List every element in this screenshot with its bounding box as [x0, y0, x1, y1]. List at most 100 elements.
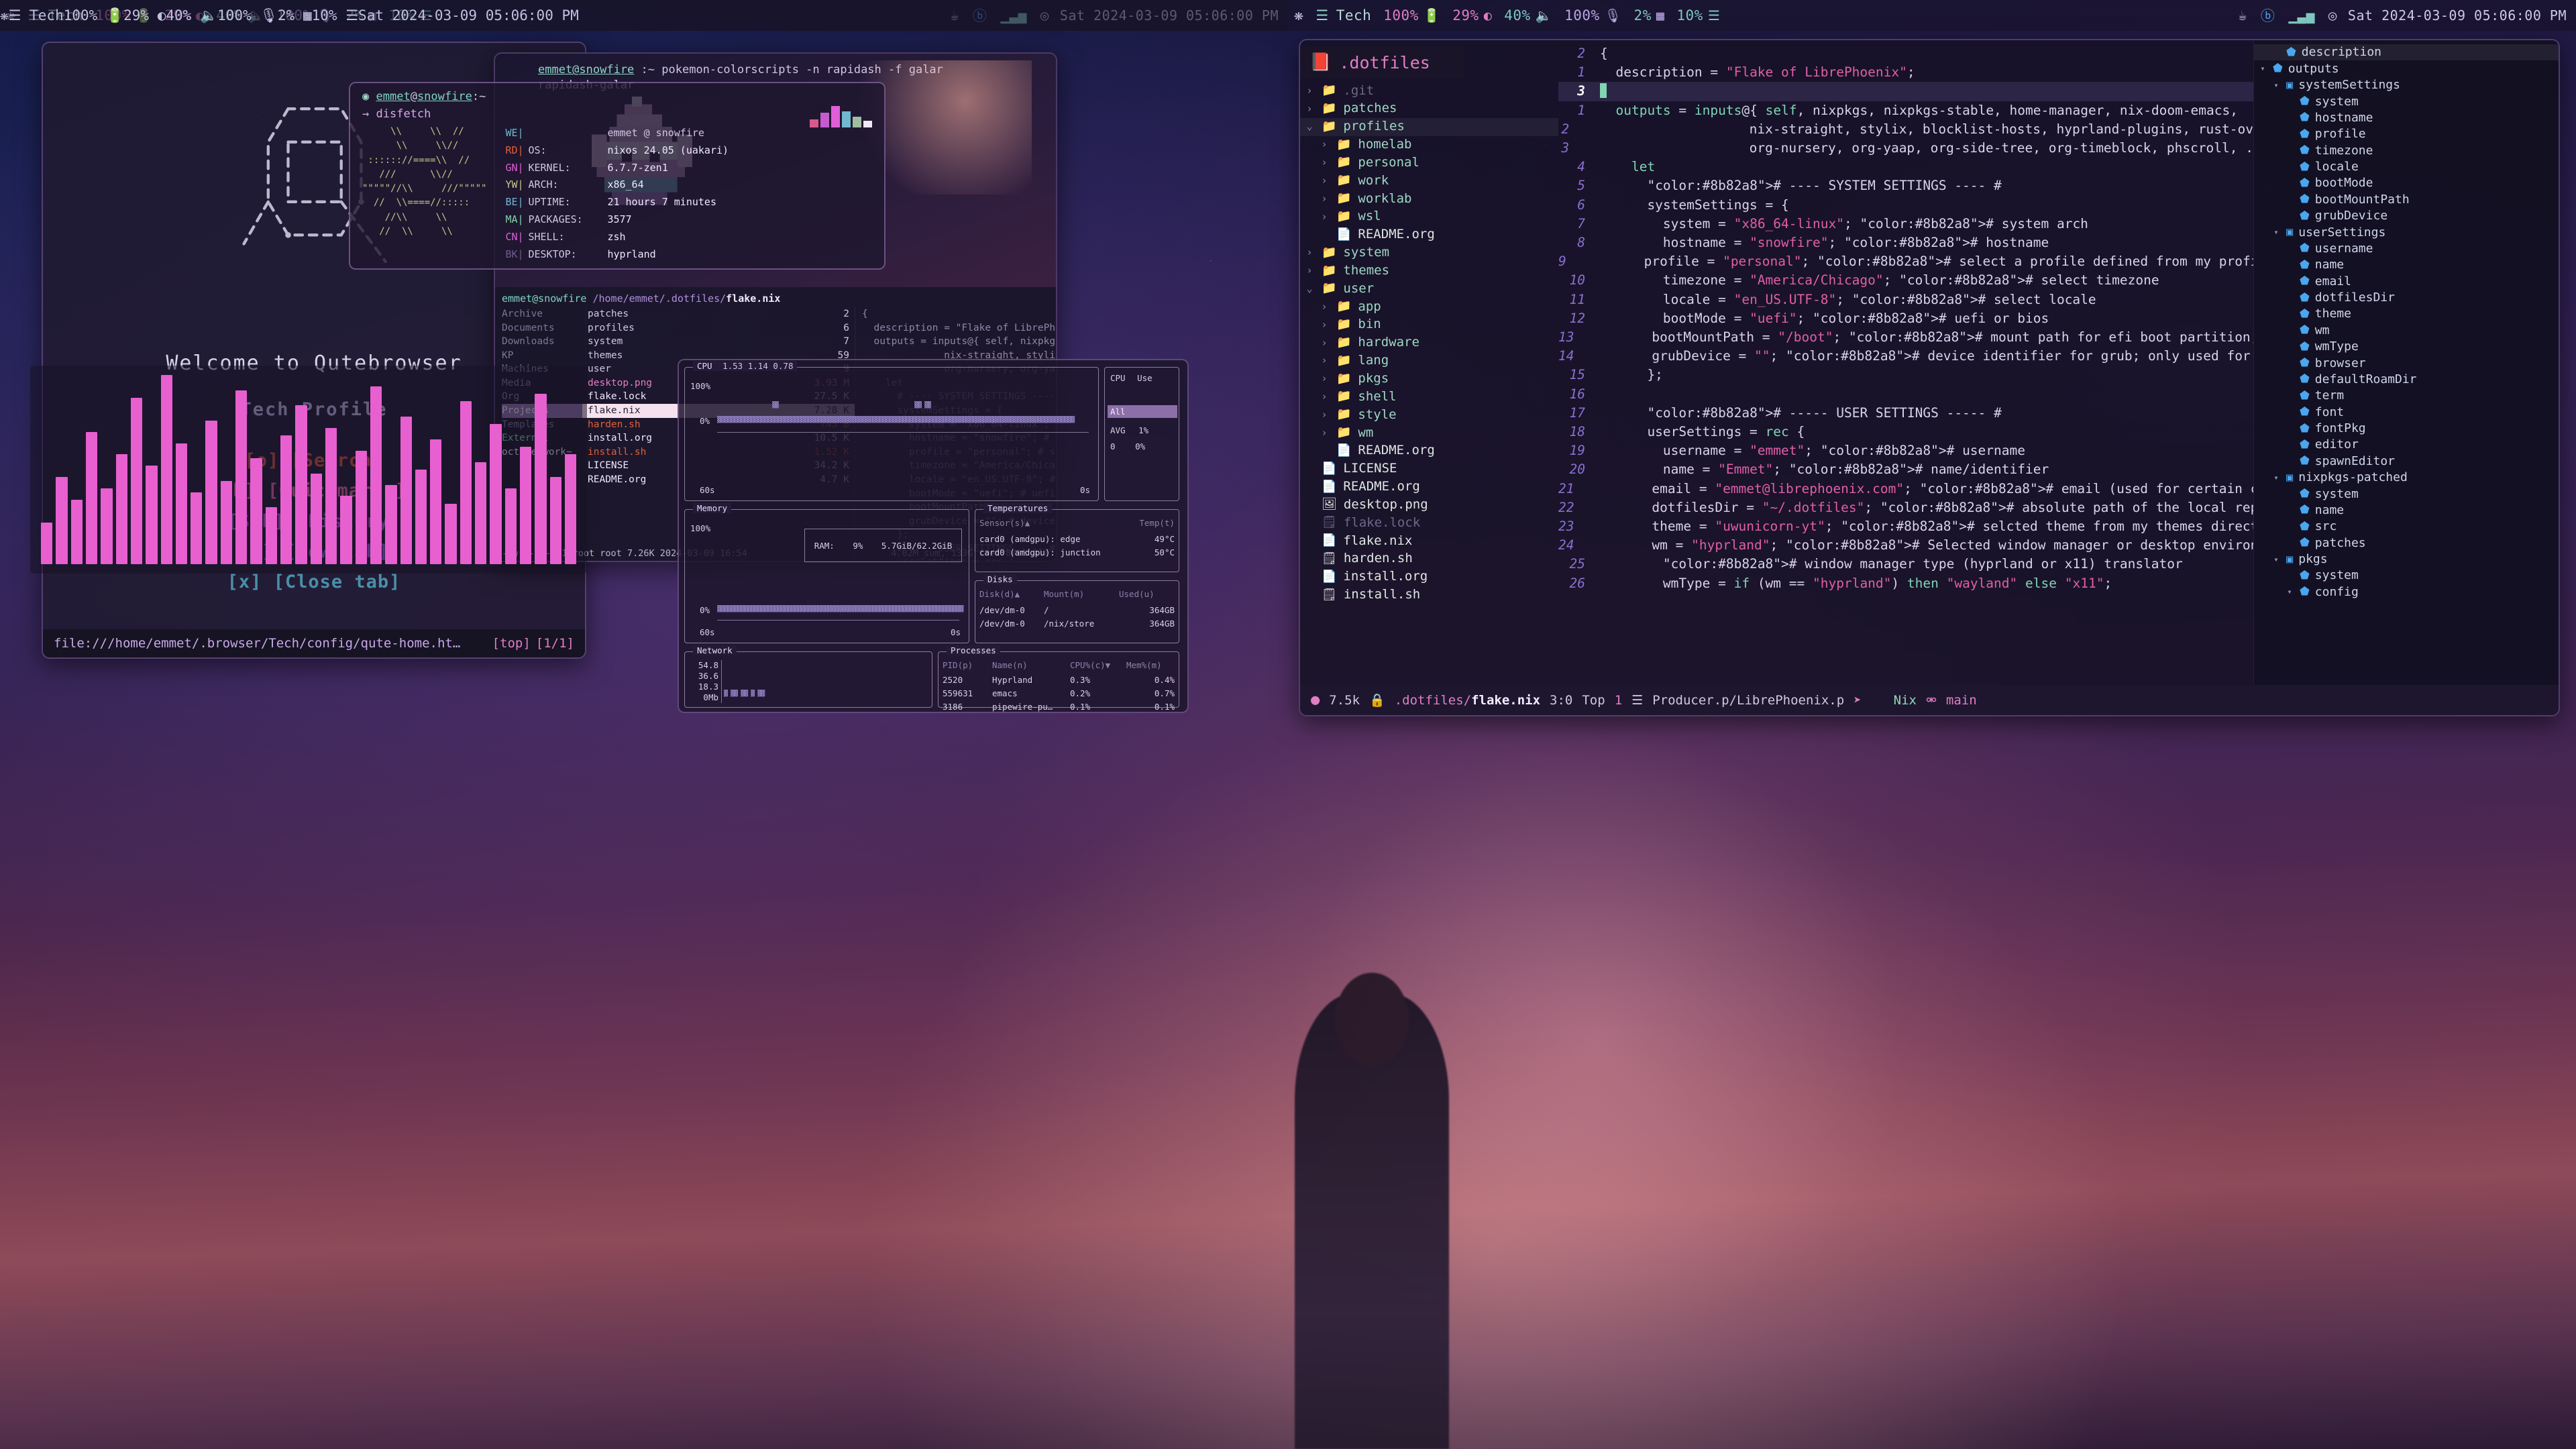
tree-item-hardware[interactable]: › 📁 hardware	[1300, 334, 1558, 352]
system-tray-right[interactable]: ☕ ⓑ ▁▃▅ ◎	[2239, 5, 2348, 25]
tree-item-user[interactable]: ⌄ 📁 user	[1300, 280, 1558, 298]
tree-item-flake-nix[interactable]: 📄 flake.nix	[1300, 532, 1558, 550]
code-line[interactable]: 13 bootMountPath = "/boot"; "color:#8b82…	[1558, 328, 2253, 347]
chevron-right-icon[interactable]: ›	[1304, 247, 1315, 259]
cpu-core-all[interactable]: All	[1108, 405, 1177, 418]
tree-item-readme-org[interactable]: 📄 README.org	[1300, 442, 1558, 460]
no-coffee-icon[interactable]: ☕	[2239, 7, 2247, 23]
tree-item-app[interactable]: › 📁 app	[1300, 298, 1558, 316]
bluetooth-icon[interactable]: ⓑ	[2261, 5, 2275, 25]
tree-item-system[interactable]: › 📁 system	[1300, 244, 1558, 262]
code-line[interactable]: 7 system = "x86_64-linux"; "color:#8b82a…	[1558, 215, 2253, 233]
cpu-indicator[interactable]: 2% ▦	[278, 7, 312, 23]
chevron-right-icon[interactable]: ›	[1319, 337, 1330, 349]
outline-item-bootmountpath[interactable]: ⬟ bootMountPath	[2254, 191, 2559, 207]
chevron-right-icon[interactable]: ›	[1319, 139, 1330, 151]
chevron-right-icon[interactable]: ›	[1319, 373, 1330, 385]
outline-item-nixpkgs-patched[interactable]: ▾ ▣ nixpkgs-patched	[2254, 470, 2559, 486]
code-line[interactable]: 4 let	[1558, 158, 2253, 176]
chevron-right-icon[interactable]: ›	[1319, 156, 1330, 168]
outline-item-font[interactable]: ⬟ font	[2254, 404, 2559, 420]
code-line[interactable]: 10 timezone = "America/Chicago"; "color:…	[1558, 271, 2253, 290]
status-bar-bottom[interactable]: ❋ ☰ Tech 100% 🔋 29% ◐ 40% 🔈 100% 🎙 2% ▦ …	[0, 0, 1288, 31]
outline-item-system[interactable]: ⬟ system	[2254, 486, 2559, 502]
chevron-right-icon[interactable]: ›	[1304, 264, 1315, 276]
tree-item-profiles[interactable]: ⌄ 📁 profiles	[1300, 117, 1558, 136]
brightness-indicator[interactable]: 29% ◐	[1446, 7, 1498, 23]
outline-item-system[interactable]: ⬟ system	[2254, 568, 2559, 584]
tree-item-license[interactable]: 📄 LICENSE	[1300, 460, 1558, 478]
code-line[interactable]: 19 username = "emmet"; "color:#8b82a8">#…	[1558, 441, 2253, 460]
tree-item-shell[interactable]: › 📁 shell	[1300, 388, 1558, 406]
chevron-right-icon[interactable]: ›	[1304, 85, 1315, 97]
code-line[interactable]: 16	[1558, 385, 2253, 404]
project-tree-list[interactable]: › 📁 .git › 📁 patches ⌄ 📁 profiles › 📁 homelab › 📁 pers…	[1300, 78, 1558, 604]
code-line[interactable]: 9 profile = "personal"; "color:#8b82a8">…	[1558, 252, 2253, 271]
ram-indicator[interactable]: 10% ☰	[312, 7, 358, 23]
tree-item-install-sh[interactable]: 🗒 install.sh	[1300, 586, 1558, 604]
tree-item-readme-org[interactable]: 📄 README.org	[1300, 478, 1558, 496]
outline-item-wm[interactable]: ⬟ wm	[2254, 322, 2559, 338]
code-line[interactable]: 1 outputs = inputs@{ self, nixpkgs, nixp…	[1558, 101, 2253, 120]
outline-item-dotfilesdir[interactable]: ⬟ dotfilesDir	[2254, 290, 2559, 306]
chevron-right-icon[interactable]: ›	[1319, 427, 1330, 439]
outline-list[interactable]: ⬟ description ▾ ⬟ outputs ▾ ▣ systemSettings ⬟ sy…	[2254, 44, 2559, 600]
outline-item-patches[interactable]: ⬟ patches	[2254, 535, 2559, 551]
outline-item-fontpkg[interactable]: ⬟ fontPkg	[2254, 421, 2559, 437]
code-line[interactable]: 26 wmType = if (wm == "hyprland") then "…	[1558, 574, 2253, 593]
code-editor[interactable]: 2{1 description = "Flake of LibrePhoenix…	[1558, 40, 2253, 686]
status-bar-right[interactable]: ❋ ☰ Tech 100% 🔋 29% ◐ 40% 🔈 100% 🎙 2% ▦ …	[1288, 0, 2576, 31]
tree-item-bin[interactable]: › 📁 bin	[1300, 316, 1558, 334]
outline-item-systemsettings[interactable]: ▾ ▣ systemSettings	[2254, 77, 2559, 93]
volume-indicator[interactable]: 40% 🔈	[1498, 7, 1558, 23]
emacs-window[interactable]: 📕 .dotfiles › 📁 .git › 📁 patches ⌄ 📁 profiles › 📁 h…	[1299, 39, 2560, 716]
chevron-down-icon[interactable]: ▾	[2258, 64, 2267, 73]
code-line[interactable]: 14 grubDevice = ""; "color:#8b82a8"># de…	[1558, 347, 2253, 366]
ranger-file-row[interactable]: system 7	[582, 335, 855, 349]
emacs-project-tree[interactable]: 📕 .dotfiles › 📁 .git › 📁 patches ⌄ 📁 profiles › 📁 h…	[1300, 40, 1558, 686]
outline-item-email[interactable]: ⬟ email	[2254, 273, 2559, 289]
chevron-right-icon[interactable]: ›	[1304, 103, 1315, 115]
tree-item-worklab[interactable]: › 📁 worklab	[1300, 190, 1558, 208]
workspace-indicator[interactable]: ☰ Tech	[1309, 7, 1377, 23]
code-line[interactable]: 2{	[1558, 44, 2253, 63]
mic-indicator[interactable]: 100% 🎙	[1558, 7, 1627, 23]
outline-item-outputs[interactable]: ▾ ⬟ outputs	[2254, 60, 2559, 76]
outline-item-bootmode[interactable]: ⬟ bootMode	[2254, 175, 2559, 191]
chevron-right-icon[interactable]: ›	[1319, 409, 1330, 421]
mic-indicator[interactable]: 100% 🎙	[217, 7, 278, 24]
ranger-parent-item[interactable]: Downloads	[502, 335, 582, 349]
code-line[interactable]: 6 systemSettings = {	[1558, 196, 2253, 215]
outline-item-hostname[interactable]: ⬟ hostname	[2254, 110, 2559, 126]
cpu-indicator[interactable]: 2% ▦	[1628, 7, 1671, 23]
ranger-parent-item[interactable]: KP	[502, 349, 582, 363]
code-line[interactable]: 3	[1558, 82, 2253, 101]
code-line[interactable]: 3 org-nursery, org-yaap, org-side-tree, …	[1558, 139, 2253, 158]
outline-item-theme[interactable]: ⬟ theme	[2254, 306, 2559, 322]
code-line[interactable]: 12 bootMode = "uefi"; "color:#8b82a8"># …	[1558, 309, 2253, 328]
outline-item-pkgs[interactable]: ▾ ▣ pkgs	[2254, 551, 2559, 568]
ram-indicator[interactable]: 10% ☰	[1670, 7, 1726, 23]
chevron-down-icon[interactable]: ⌄	[1304, 121, 1315, 133]
tree-item-flake-lock[interactable]: 🗒 flake.lock	[1300, 514, 1558, 532]
tree-item-patches[interactable]: › 📁 patches	[1300, 100, 1558, 118]
tree-item-desktop-png[interactable]: 🖼 desktop.png	[1300, 496, 1558, 514]
tree-item-harden-sh[interactable]: 🗒 harden.sh	[1300, 550, 1558, 568]
btop-window[interactable]: CPU 1.53 1.14 0.78 100% 0% ▓▓▓▓▓▓▓▓▓▓▓▓▓…	[678, 359, 1189, 713]
outline-item-description[interactable]: ⬟ description	[2254, 44, 2559, 61]
chevron-right-icon[interactable]: ›	[1319, 174, 1330, 186]
tree-item-work[interactable]: › 📁 work	[1300, 172, 1558, 190]
chevron-down-icon[interactable]: ▾	[2271, 80, 2281, 90]
code-line[interactable]: 23 theme = "uwunicorn-yt"; "color:#8b82a…	[1558, 517, 2253, 536]
tree-item-themes[interactable]: › 📁 themes	[1300, 262, 1558, 280]
tree-item--git[interactable]: › 📁 .git	[1300, 82, 1558, 100]
tree-item-install-org[interactable]: 📄 install.org	[1300, 568, 1558, 586]
outline-item-browser[interactable]: ⬟ browser	[2254, 355, 2559, 371]
code-line[interactable]: 24 wm = "hyprland"; "color:#8b82a8"># Se…	[1558, 536, 2253, 555]
outline-item-locale[interactable]: ⬟ locale	[2254, 159, 2559, 175]
outline-panel[interactable]: ⬟ description ▾ ⬟ outputs ▾ ▣ systemSettings ⬟ sy…	[2253, 40, 2559, 686]
chevron-down-icon[interactable]: ⌄	[1304, 282, 1315, 294]
outline-item-username[interactable]: ⬟ username	[2254, 241, 2559, 257]
battery-indicator[interactable]: 100% 🔋	[1377, 7, 1446, 23]
outline-item-config[interactable]: ▾ ⬟ config	[2254, 584, 2559, 600]
